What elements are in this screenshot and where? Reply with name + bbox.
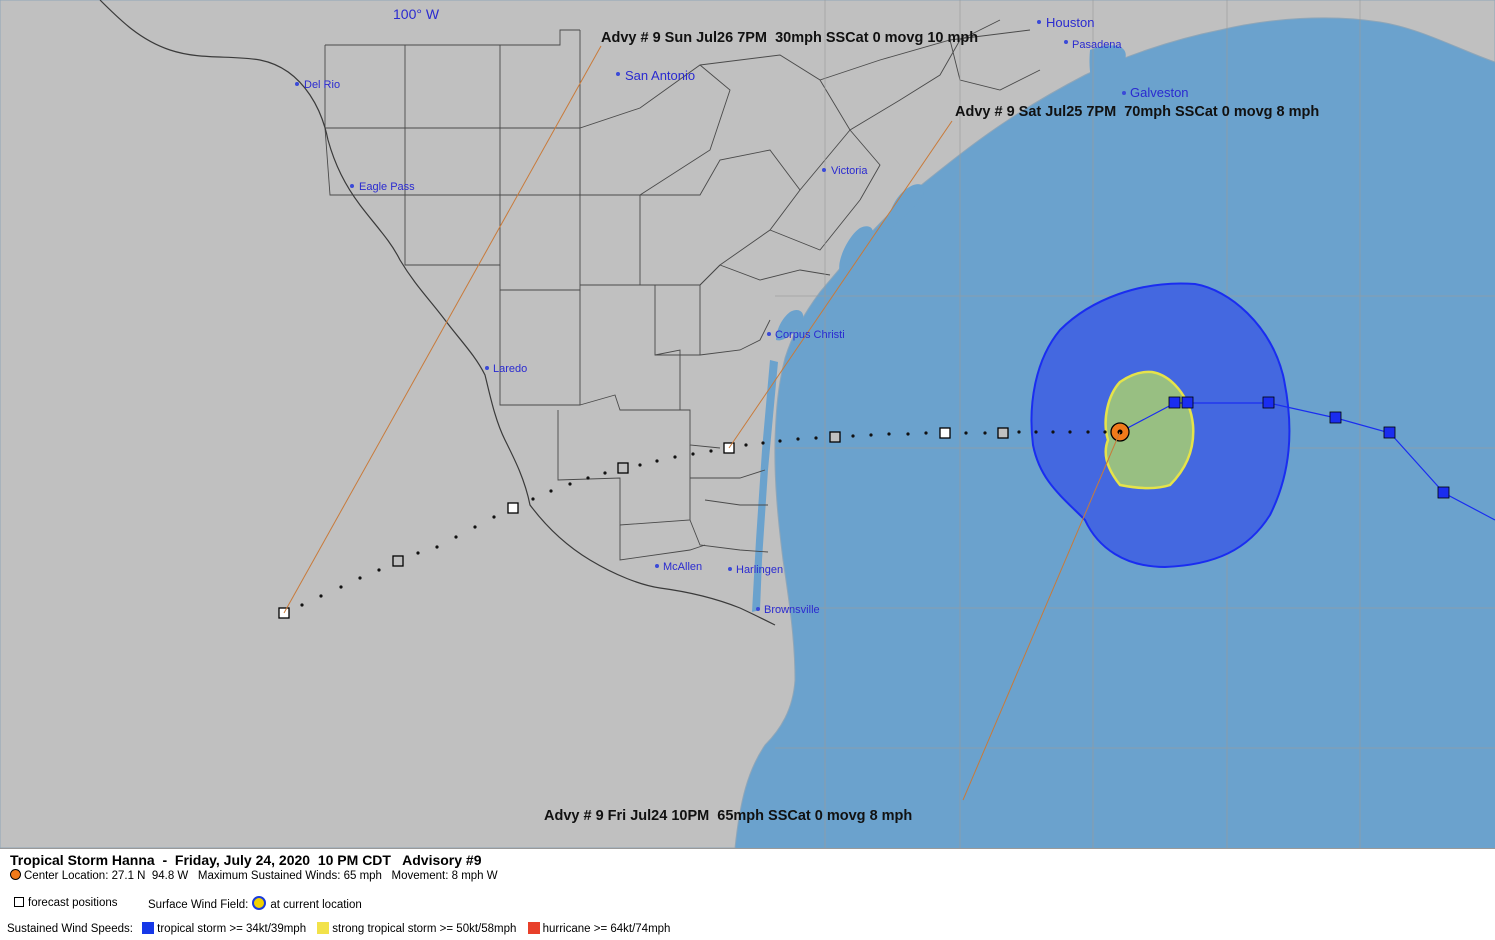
city-label-eagle-pass: Eagle Pass	[359, 181, 415, 193]
sustained-wind-speeds-label: Sustained Wind Speeds:	[7, 923, 133, 935]
city-label-mcallen: McAllen	[663, 561, 702, 573]
center-info-row: Center Location: 27.1 N 94.8 W Maximum S…	[10, 869, 498, 882]
advisory-label-sun: Advy # 9 Sun Jul26 7PM 30mph SSCat 0 mov…	[601, 30, 978, 46]
advisory-label-sat: Advy # 9 Sat Jul25 7PM 70mph SSCat 0 mov…	[955, 104, 1319, 120]
forecast-position-marker	[829, 431, 841, 443]
strong-tropical-storm-label: strong tropical storm >= 50kt/58mph	[332, 923, 517, 935]
center-info-text: Center Location: 27.1 N 94.8 W Maximum S…	[24, 870, 498, 882]
city-label-harlingen: Harlingen	[736, 564, 783, 576]
city-label-brownsville: Brownsville	[764, 604, 820, 616]
legend-title: Tropical Storm Hanna - Friday, July 24, …	[10, 852, 482, 868]
forecast-positions-key: forecast positions	[14, 897, 118, 909]
city-label-pasadena: Pasadena	[1072, 39, 1122, 51]
city-label-san-antonio: San Antonio	[625, 68, 695, 83]
city-label-houston: Houston	[1046, 15, 1094, 30]
past-position-marker	[1168, 396, 1181, 409]
city-label-del-rio: Del Rio	[304, 79, 340, 91]
current-location-icon	[252, 896, 267, 910]
city-label-corpus-christi: Corpus Christi	[775, 329, 845, 341]
past-position-marker	[1383, 426, 1396, 439]
tropical-storm-label: tropical storm >= 34kt/39mph	[157, 923, 307, 935]
surface-wind-field-label: Surface Wind Field:	[148, 899, 249, 911]
sustained-wind-speeds-row: Sustained Wind Speeds: tropical storm >=…	[7, 922, 670, 935]
tropical-storm-swatch	[142, 922, 155, 934]
strong-tropical-storm-swatch	[317, 922, 330, 934]
storm-track-map: 100° W Advy # 9 Sun Jul26 7PM 30mph SSCa…	[0, 0, 1495, 848]
past-position-marker	[1181, 396, 1194, 409]
city-label-galveston: Galveston	[1130, 85, 1189, 100]
past-position-marker	[1329, 411, 1342, 424]
advisory-label-fri: Advy # 9 Fri Jul24 10PM 65mph SSCat 0 mo…	[544, 808, 912, 824]
city-label-laredo: Laredo	[493, 363, 527, 375]
past-position-marker	[1262, 396, 1275, 409]
storm-center-icon	[10, 869, 21, 880]
forecast-position-marker	[507, 502, 519, 514]
forecast-positions-label: forecast positions	[28, 897, 118, 909]
hurricane-swatch	[527, 922, 540, 934]
forecast-position-marker	[617, 462, 629, 474]
surface-wind-field-key: Surface Wind Field: at current location	[148, 896, 362, 911]
hurricane-label: hurricane >= 64kt/74mph	[542, 923, 671, 935]
forecast-position-marker	[392, 555, 404, 567]
at-current-location-label: at current location	[270, 899, 362, 911]
past-position-marker	[1437, 486, 1450, 499]
longitude-label: 100° W	[393, 6, 440, 22]
forecast-position-icon	[14, 897, 24, 907]
city-label-victoria: Victoria	[831, 165, 868, 177]
forecast-position-marker	[997, 427, 1009, 439]
forecast-position-marker	[939, 427, 951, 439]
map-legend: Tropical Storm Hanna - Friday, July 24, …	[0, 848, 1495, 940]
